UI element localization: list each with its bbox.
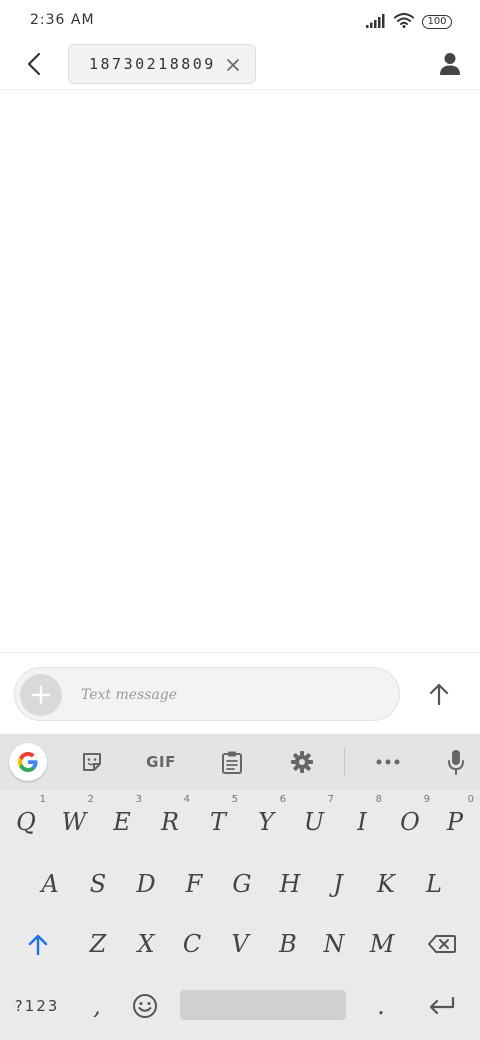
emoji-icon <box>133 994 157 1018</box>
shift-arrow-icon <box>28 934 48 955</box>
key-n[interactable]: N <box>310 914 358 974</box>
key-i[interactable]: I8 <box>338 792 386 852</box>
key-d[interactable]: D <box>122 854 170 914</box>
enter-icon <box>429 996 455 1015</box>
more-button[interactable] <box>368 744 408 780</box>
contact-button[interactable] <box>434 48 466 80</box>
key-e[interactable]: E3 <box>98 792 146 852</box>
gif-button[interactable]: GIF <box>138 744 184 780</box>
key-l[interactable]: L <box>410 854 458 914</box>
key-b[interactable]: B <box>264 914 312 974</box>
back-button[interactable] <box>18 48 50 80</box>
symbols-key[interactable]: ?123 <box>4 976 70 1036</box>
battery-icon: 100 <box>422 15 452 29</box>
google-icon <box>18 752 38 772</box>
emoji-key[interactable] <box>122 976 168 1036</box>
voice-input-button[interactable] <box>436 744 476 780</box>
gear-icon <box>291 751 313 773</box>
backspace-icon <box>428 935 456 953</box>
key-row-3: Z X C V B N M <box>0 914 480 974</box>
key-row-4: ?123 , . <box>0 976 480 1036</box>
key-z[interactable]: Z <box>74 914 122 974</box>
wifi-icon <box>394 12 414 32</box>
compose-bar <box>0 652 480 734</box>
key-r[interactable]: R4 <box>146 792 194 852</box>
signal-icon <box>366 13 386 32</box>
key-p[interactable]: P0 <box>432 792 478 852</box>
message-input[interactable] <box>81 683 381 707</box>
key-q[interactable]: Q1 <box>2 792 50 852</box>
backspace-key[interactable] <box>414 914 470 974</box>
key-m[interactable]: M <box>358 914 406 974</box>
key-f[interactable]: F <box>170 854 218 914</box>
message-list <box>0 91 480 652</box>
send-button[interactable] <box>424 679 454 709</box>
gif-label: GIF <box>146 753 176 771</box>
key-t[interactable]: T5 <box>194 792 242 852</box>
clipboard-icon <box>222 751 242 774</box>
status-bar: 2:36 AM 100 <box>0 0 480 42</box>
status-time: 2:36 AM <box>30 12 95 28</box>
enter-key[interactable] <box>414 976 470 1036</box>
comma-key[interactable]: , <box>74 976 120 1036</box>
google-search-button[interactable] <box>9 743 47 781</box>
status-icons: 100 <box>366 12 452 32</box>
key-w[interactable]: W2 <box>50 792 98 852</box>
settings-button[interactable] <box>282 744 322 780</box>
key-a[interactable]: A <box>26 854 74 914</box>
mic-icon <box>448 750 464 775</box>
shift-key[interactable] <box>8 914 68 974</box>
key-h[interactable]: H <box>266 854 314 914</box>
period-key[interactable]: . <box>358 976 404 1036</box>
key-c[interactable]: C <box>168 914 216 974</box>
more-icon <box>376 759 400 765</box>
toolbar-divider <box>344 748 345 776</box>
key-j[interactable]: J <box>314 854 362 914</box>
recipient-chip[interactable]: 18730218809 <box>68 44 256 84</box>
key-y[interactable]: Y6 <box>242 792 290 852</box>
plus-icon <box>31 685 51 705</box>
key-v[interactable]: V <box>216 914 264 974</box>
key-k[interactable]: K <box>362 854 410 914</box>
arrow-up-icon <box>429 683 449 705</box>
keyboard-toolbar: GIF <box>0 734 480 790</box>
key-u[interactable]: U7 <box>290 792 338 852</box>
key-row-1: Q1 W2 E3 R4 T5 Y6 U7 I8 O9 P0 <box>0 792 480 852</box>
close-icon <box>227 59 239 71</box>
key-row-2: A S D F G H J K L <box>0 854 480 914</box>
back-arrow-icon <box>27 52 41 76</box>
recipient-number: 18730218809 <box>89 55 216 73</box>
chip-close-button[interactable] <box>225 57 241 73</box>
conversation-header: 18730218809 <box>0 42 480 90</box>
sticker-button[interactable] <box>72 744 112 780</box>
clipboard-button[interactable] <box>212 744 252 780</box>
key-g[interactable]: G <box>218 854 266 914</box>
space-key[interactable] <box>180 990 346 1020</box>
add-attachment-button[interactable] <box>20 674 62 716</box>
compose-field <box>14 667 400 721</box>
sticker-icon <box>83 753 101 771</box>
person-icon <box>440 53 460 75</box>
keyboard: GIF Q 1 W 2 E 3 R 4 T 5 Y 6 U 7 I 8 O 9 … <box>0 734 480 1040</box>
key-x[interactable]: X <box>122 914 170 974</box>
key-o[interactable]: O9 <box>386 792 434 852</box>
key-s[interactable]: S <box>74 854 122 914</box>
